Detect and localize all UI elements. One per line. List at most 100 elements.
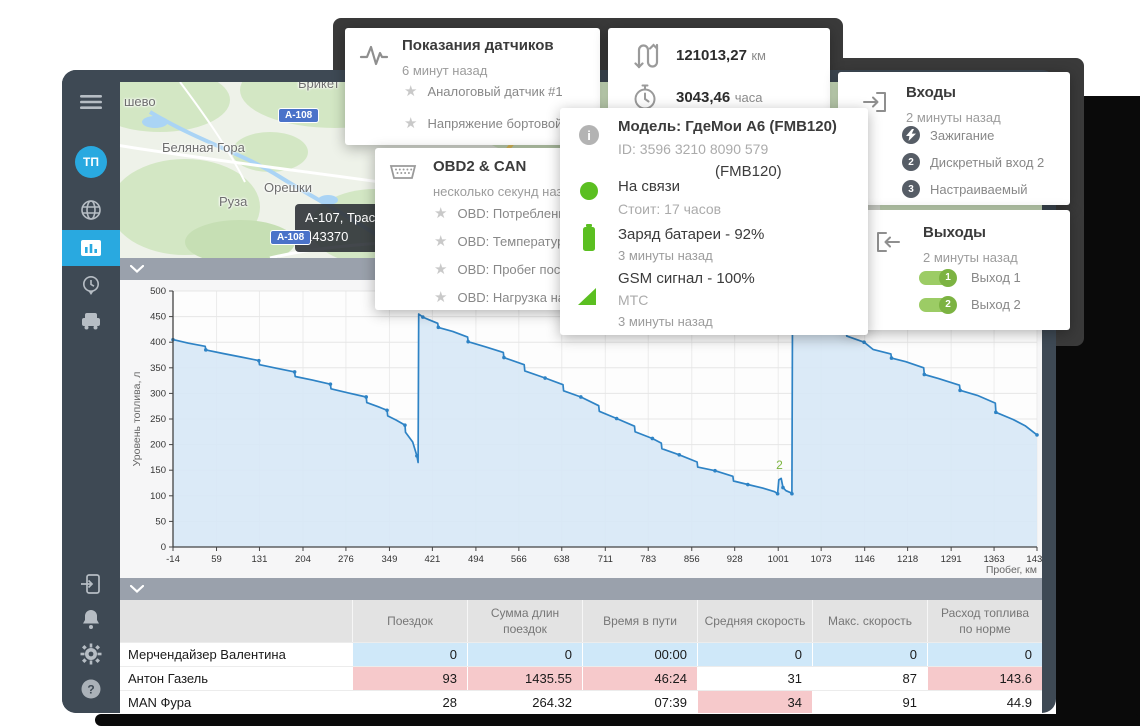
row-value-cell: 93 [352, 667, 467, 690]
chevron-down-icon [130, 585, 144, 593]
svg-text:276: 276 [338, 554, 354, 565]
gsm-signal: GSM сигнал - 100% [618, 270, 755, 287]
row-name-cell[interactable]: MAN Фура [120, 691, 352, 713]
device-id: ID: 3596 3210 8090 579 [618, 141, 768, 157]
online-status-dot [580, 182, 598, 200]
input-item-label: Настраиваемый [930, 182, 1028, 197]
svg-text:928: 928 [727, 554, 743, 565]
logout-door-icon[interactable] [62, 572, 120, 596]
outputs-card: Выходы 2 минуты назад 1Выход 12Выход 2 [845, 210, 1070, 330]
map-town-label: Руза [219, 194, 247, 209]
road-badge: А-108 [278, 108, 319, 123]
output-toggle[interactable]: 1 [919, 271, 955, 285]
battery-icon [582, 224, 596, 257]
sensors-card-time: 6 минут назад [402, 63, 487, 78]
signal-strength-icon [576, 286, 598, 311]
notifications-bell-icon[interactable] [62, 608, 120, 630]
row-value-cell: 28 [352, 691, 467, 713]
row-value-cell: 1435.55 [467, 667, 582, 690]
row-value-cell: 91 [812, 691, 927, 713]
row-value-cell: 0 [352, 643, 467, 666]
settings-gear-icon[interactable] [62, 643, 120, 665]
row-name-cell[interactable]: Антон Газель [120, 667, 352, 690]
avatar[interactable]: ТП [75, 146, 107, 178]
sensors-card-title: Показания датчиков [402, 37, 554, 54]
road-badge: А-108 [270, 230, 311, 245]
svg-text:494: 494 [468, 554, 484, 565]
history-pin-icon[interactable] [62, 274, 120, 300]
sidebar-item-reports-active[interactable] [62, 230, 120, 266]
vehicles-car-icon[interactable] [62, 310, 120, 332]
toggle-number-badge: 2 [939, 296, 957, 314]
svg-text:-14: -14 [166, 554, 180, 565]
row-value-cell: 0 [812, 643, 927, 666]
svg-text:856: 856 [684, 554, 700, 565]
input-item: Зажигание [902, 126, 994, 144]
svg-text:1001: 1001 [768, 554, 789, 565]
star-icon[interactable]: ★ [434, 290, 447, 305]
distance-unit: км [751, 48, 766, 63]
row-value-cell: 264.32 [467, 691, 582, 713]
output-arrow-icon [873, 228, 903, 261]
svg-text:1073: 1073 [811, 554, 832, 565]
sensor-item-label: Аналоговый датчик #1 [427, 84, 562, 99]
ignition-bolt-icon [902, 126, 920, 144]
battery-time: 3 минуты назад [618, 248, 713, 263]
map-town-label: Беляная Гора [162, 140, 245, 155]
svg-text:1146: 1146 [854, 554, 874, 565]
inputs-card-title: Входы [906, 84, 956, 101]
row-value-cell: 0 [927, 643, 1042, 666]
distance-value: 121013,27 [676, 47, 747, 64]
star-icon[interactable]: ★ [404, 116, 417, 131]
svg-text:150: 150 [150, 465, 166, 476]
gsm-operator: МТС [618, 292, 648, 308]
menu-hamburger-icon[interactable] [62, 94, 120, 110]
table-row[interactable]: Антон Газель931435.5546:243187143.6 [120, 666, 1042, 690]
inputs-card: Входы 2 минуты назад Зажигание2Дискретны… [838, 72, 1070, 205]
svg-text:200: 200 [150, 440, 166, 451]
obd-connector-icon [387, 160, 419, 191]
output-toggle[interactable]: 2 [919, 298, 955, 312]
toggle-number-badge: 1 [939, 269, 957, 287]
globe-icon[interactable] [62, 198, 120, 222]
input-number-badge: 3 [902, 180, 920, 198]
table-body: Мерчендайзер Валентина0000:00000Антон Га… [120, 642, 1042, 713]
row-name-cell[interactable]: Мерчендайзер Валентина [120, 643, 352, 666]
svg-text:783: 783 [640, 554, 656, 565]
svg-text:350: 350 [150, 363, 166, 374]
table-row[interactable]: Мерчендайзер Валентина0000:00000 [120, 642, 1042, 666]
table-column-header: Макс. скорость [812, 600, 927, 642]
star-icon[interactable]: ★ [434, 262, 447, 277]
help-question-icon[interactable]: ? [62, 678, 120, 700]
row-value-cell: 34 [697, 691, 812, 713]
row-value-cell: 0 [467, 643, 582, 666]
star-icon[interactable]: ★ [434, 234, 447, 249]
svg-text:?: ? [87, 683, 94, 697]
svg-text:i: i [587, 128, 591, 143]
table-column-header: Сумма длин поездок [467, 600, 582, 642]
chart-annotation: 2 [776, 458, 783, 472]
svg-text:1218: 1218 [897, 554, 918, 565]
star-icon[interactable]: ★ [404, 84, 417, 99]
svg-text:59: 59 [211, 554, 222, 565]
svg-text:1291: 1291 [941, 554, 962, 565]
row-value-cell: 87 [812, 667, 927, 690]
device-status-detail: Стоит: 17 часов [618, 201, 721, 217]
table-row[interactable]: MAN Фура28264.3207:39349144.9 [120, 690, 1042, 713]
star-icon[interactable]: ★ [434, 206, 447, 221]
table-column-header: Средняя скорость [697, 600, 812, 642]
odometer-value: 121013,27 км [676, 47, 766, 65]
svg-text:100: 100 [150, 491, 166, 502]
info-icon: i [578, 124, 600, 151]
input-item: 3 Настраиваемый [902, 180, 1028, 198]
svg-text:50: 50 [155, 516, 166, 527]
map-town-label: Орешки [264, 180, 312, 195]
chart-xlabel: Пробег, км [986, 564, 1037, 576]
output-item-label: Выход 1 [971, 270, 1021, 285]
svg-text:711: 711 [598, 554, 613, 565]
row-value-cell: 07:39 [582, 691, 697, 713]
svg-text:300: 300 [150, 388, 166, 399]
table-collapse-bar[interactable] [120, 578, 1042, 600]
table-column-header: Поездок [352, 600, 467, 642]
svg-text:450: 450 [150, 312, 166, 323]
